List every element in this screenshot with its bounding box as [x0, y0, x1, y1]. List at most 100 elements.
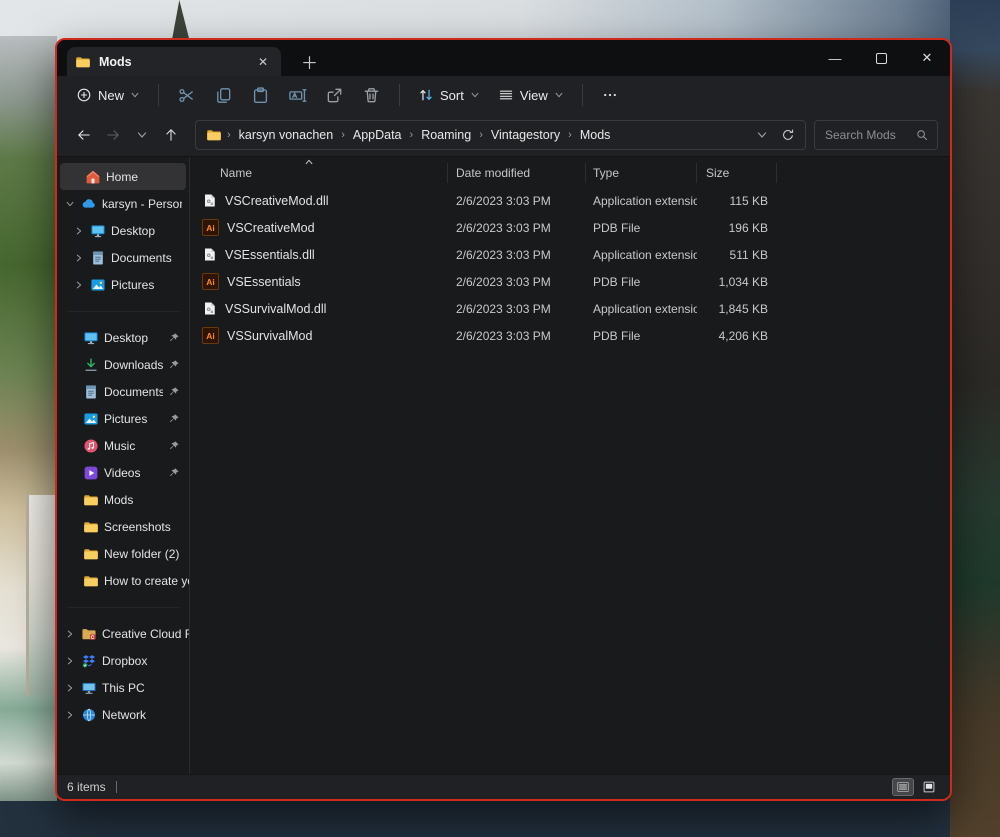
breadcrumb-item[interactable]: Mods	[577, 126, 614, 144]
sidebar-item-music[interactable]: Music	[60, 432, 186, 459]
chevron-down-icon[interactable]	[64, 199, 76, 209]
minimize-button[interactable]: —	[812, 40, 858, 76]
folder-icon	[83, 519, 99, 535]
chevron-right-icon[interactable]	[64, 683, 76, 693]
file-type: PDB File	[586, 275, 697, 289]
sort-button[interactable]: Sort	[409, 82, 489, 108]
sidebar-item-network[interactable]: Network	[60, 701, 186, 728]
sort-icon	[418, 87, 434, 103]
sidebar-item-onedrive-desktop[interactable]: Desktop	[60, 217, 186, 244]
table-row[interactable]: VSSurvivalMod.dll 2/6/2023 3:03 PM Appli…	[190, 295, 950, 322]
sidebar-item-label: New folder (2)	[104, 547, 182, 561]
new-button[interactable]: New	[67, 82, 149, 108]
breadcrumb-item[interactable]: Roaming	[418, 126, 474, 144]
ai-icon: Ai	[202, 273, 219, 290]
maximize-button[interactable]	[858, 40, 904, 76]
chevron-right-icon[interactable]	[73, 280, 85, 290]
file-date: 2/6/2023 3:03 PM	[448, 194, 586, 208]
see-more-button[interactable]	[592, 80, 629, 110]
sidebar-item-onedrive-documents[interactable]: Documents	[60, 244, 186, 271]
onedrive-cloud-icon	[81, 196, 97, 212]
ai-icon: Ai	[202, 327, 219, 344]
column-header-name[interactable]: Name	[190, 163, 448, 183]
sidebar-item-pictures[interactable]: Pictures	[60, 405, 186, 432]
recent-locations-button[interactable]	[127, 120, 156, 150]
sidebar-item-label: Home	[106, 170, 182, 184]
pin-icon	[168, 440, 182, 452]
table-row[interactable]: VSEssentials.dll 2/6/2023 3:03 PM Applic…	[190, 241, 950, 268]
column-header-date-modified[interactable]: Date modified	[448, 163, 586, 183]
chevron-right-icon[interactable]	[64, 656, 76, 666]
toolbar-divider	[158, 84, 159, 106]
chevron-down-icon	[756, 129, 768, 141]
file-name: VSCreativeMod	[227, 221, 315, 235]
tab-mods[interactable]: Mods ✕	[67, 47, 281, 76]
sidebar-item-documents[interactable]: Documents	[60, 378, 186, 405]
delete-button[interactable]	[353, 80, 390, 110]
close-button[interactable]: ✕	[904, 40, 950, 76]
sidebar-item-label: Creative Cloud Files	[102, 627, 190, 641]
sidebar-item-home[interactable]: Home	[60, 163, 186, 190]
breadcrumb-item[interactable]: Vintagestory	[488, 126, 563, 144]
paste-button[interactable]	[242, 80, 279, 110]
sidebar-item-videos[interactable]: Videos	[60, 459, 186, 486]
documents-icon	[90, 250, 106, 266]
sidebar-item-onedrive-personal[interactable]: karsyn - Personal	[60, 190, 186, 217]
sidebar-item-downloads[interactable]: Downloads	[60, 351, 186, 378]
column-header-type[interactable]: Type	[586, 163, 697, 183]
creative-cloud-icon	[81, 626, 97, 642]
large-icons-view-button[interactable]	[918, 778, 940, 796]
table-row[interactable]: AiVSCreativeMod 2/6/2023 3:03 PM PDB Fil…	[190, 214, 950, 241]
sidebar-item-creative-cloud-files[interactable]: Creative Cloud Files	[60, 620, 186, 647]
sidebar-item-label: Music	[104, 439, 163, 453]
sidebar-item-new-folder-2[interactable]: New folder (2)	[60, 540, 186, 567]
address-dropdown-button[interactable]	[749, 122, 775, 148]
rename-button[interactable]	[279, 80, 316, 110]
sidebar-item-mods[interactable]: Mods	[60, 486, 186, 513]
cut-button[interactable]	[168, 80, 205, 110]
copy-button[interactable]	[205, 80, 242, 110]
new-tab-button[interactable]: ＋	[291, 47, 328, 76]
sidebar-item-how-to-create-your[interactable]: How to create your	[60, 567, 186, 594]
forward-button[interactable]	[98, 120, 127, 150]
back-button[interactable]	[69, 120, 98, 150]
sidebar-item-dropbox[interactable]: Dropbox	[60, 647, 186, 674]
chevron-right-icon[interactable]	[73, 253, 85, 263]
chevron-right-icon[interactable]	[64, 710, 76, 720]
pin-icon	[168, 413, 182, 425]
sidebar-item-label: This PC	[102, 681, 182, 695]
sidebar-item-onedrive-pictures[interactable]: Pictures	[60, 271, 186, 298]
table-row[interactable]: AiVSSurvivalMod 2/6/2023 3:03 PM PDB Fil…	[190, 322, 950, 349]
view-icon	[498, 87, 514, 103]
refresh-button[interactable]	[775, 122, 801, 148]
share-button[interactable]	[316, 80, 353, 110]
chevron-right-icon[interactable]	[73, 226, 85, 236]
search-input[interactable]	[823, 127, 911, 143]
chevron-right-icon[interactable]	[64, 629, 76, 639]
file-type: Application extension	[586, 248, 697, 262]
up-button[interactable]	[156, 120, 185, 150]
chevron-down-icon	[554, 90, 564, 100]
downloads-icon	[83, 357, 99, 373]
pin-icon	[168, 467, 182, 479]
sidebar-item-this-pc[interactable]: This PC	[60, 674, 186, 701]
view-button[interactable]: View	[489, 82, 573, 108]
view-label: View	[520, 88, 548, 103]
details-view-button[interactable]	[892, 778, 914, 796]
breadcrumb-item[interactable]: AppData	[350, 126, 405, 144]
home-icon	[85, 169, 101, 185]
tab-close-icon[interactable]: ✕	[253, 55, 273, 69]
file-name: VSSurvivalMod	[227, 329, 312, 343]
column-header-size[interactable]: Size	[697, 163, 777, 183]
chevron-down-icon	[470, 90, 480, 100]
videos-icon	[83, 465, 99, 481]
chevron-down-icon	[130, 90, 140, 100]
table-row[interactable]: VSCreativeMod.dll 2/6/2023 3:03 PM Appli…	[190, 187, 950, 214]
breadcrumb[interactable]: › karsyn vonachen › AppData › Roaming › …	[195, 120, 806, 150]
table-row[interactable]: AiVSEssentials 2/6/2023 3:03 PM PDB File…	[190, 268, 950, 295]
sidebar-item-desktop-pinned[interactable]: Desktop	[60, 324, 186, 351]
folder-icon	[83, 492, 99, 508]
sidebar-item-screenshots[interactable]: Screenshots	[60, 513, 186, 540]
breadcrumb-item[interactable]: karsyn vonachen	[236, 126, 337, 144]
network-icon	[81, 707, 97, 723]
